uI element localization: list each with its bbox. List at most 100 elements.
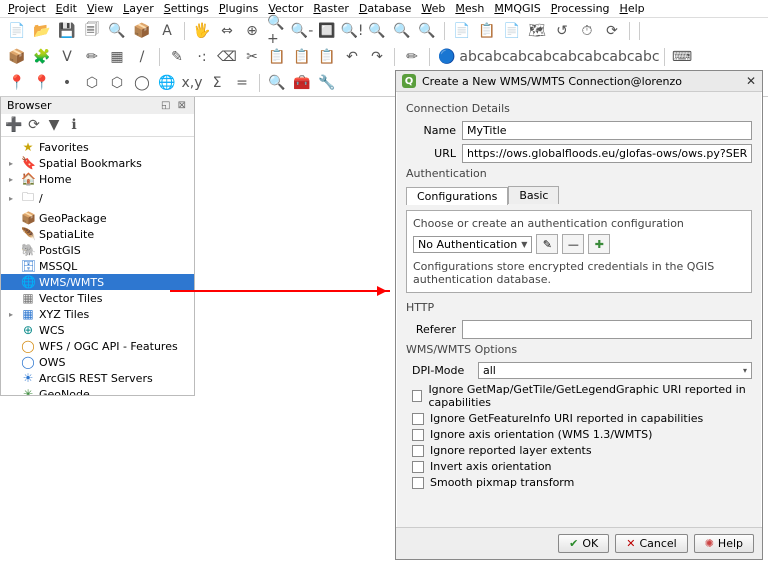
auth-remove-button[interactable]: — <box>562 234 584 254</box>
menu-layer[interactable]: Layer <box>123 2 154 15</box>
menu-database[interactable]: Database <box>359 2 412 15</box>
option-check-3[interactable]: Ignore reported layer extents <box>412 444 752 457</box>
menu-mesh[interactable]: Mesh <box>455 2 484 15</box>
toolbar-button[interactable]: 🔍! <box>341 20 363 42</box>
toolbar-button[interactable]: = <box>231 72 253 94</box>
checkbox-icon[interactable] <box>412 390 422 402</box>
panel-controls[interactable]: ◱ ⊠ <box>161 100 188 111</box>
option-check-0[interactable]: Ignore GetMap/GetTile/GetLegendGraphic U… <box>412 383 752 409</box>
toolbar-button[interactable]: ✏ <box>81 46 103 68</box>
url-input[interactable] <box>462 144 752 163</box>
checkbox-icon[interactable] <box>412 477 424 489</box>
toolbar-button[interactable]: 🖐 <box>191 20 213 42</box>
toolbar-button[interactable]: 🔵 <box>436 46 458 68</box>
toolbar-button[interactable]: ⬡ <box>81 72 103 94</box>
toolbar-button[interactable]: ▦ <box>106 46 128 68</box>
checkbox-icon[interactable] <box>412 445 424 457</box>
tree-item-xyz-tiles[interactable]: ▸▦XYZ Tiles <box>1 306 194 322</box>
option-check-2[interactable]: Ignore axis orientation (WMS 1.3/WMTS) <box>412 428 752 441</box>
tree-item-spatial-bookmarks[interactable]: ▸🔖Spatial Bookmarks <box>1 155 194 171</box>
tree-item-vector-tiles[interactable]: ▦Vector Tiles <box>1 290 194 306</box>
tree-item-favorites[interactable]: ★Favorites <box>1 139 194 155</box>
tree-item-postgis[interactable]: 🐘PostGIS <box>1 242 194 258</box>
dialog-title-bar[interactable]: Q Create a New WMS/WMTS Connection@loren… <box>396 71 762 92</box>
menu-raster[interactable]: Raster <box>313 2 348 15</box>
menu-edit[interactable]: Edit <box>56 2 77 15</box>
toolbar-button[interactable]: ⟳ <box>601 20 623 42</box>
menu-mmqgis[interactable]: MMQGIS <box>494 2 540 15</box>
toolbar-button[interactable]: 🔍 <box>391 20 413 42</box>
toolbar-button[interactable]: abc <box>561 46 583 68</box>
toolbar-button[interactable]: 📦 <box>6 46 28 68</box>
toolbar-button[interactable]: 🔍 <box>106 20 128 42</box>
toolbar-button[interactable]: 🗺 <box>526 20 548 42</box>
toolbar-button[interactable]: / <box>131 46 153 68</box>
menu-help[interactable]: Help <box>620 2 645 15</box>
tree-item--[interactable]: ▸🗀/ <box>1 187 194 210</box>
tab-basic[interactable]: Basic <box>508 186 559 204</box>
toolbar-button[interactable]: 📦 <box>131 20 153 42</box>
toolbar-button[interactable]: ⬡ <box>106 72 128 94</box>
toolbar-button[interactable]: 🔧 <box>316 72 338 94</box>
toolbar-button[interactable]: abc <box>461 46 483 68</box>
tree-item-wfs-ogc-api-features[interactable]: ◯WFS / OGC API - Features <box>1 338 194 354</box>
browser-tb-button[interactable]: ▼ <box>45 116 63 134</box>
toolbar-button[interactable]: ✂ <box>241 46 263 68</box>
browser-tb-button[interactable]: ℹ <box>65 116 83 134</box>
toolbar-button[interactable]: ⇔ <box>216 20 238 42</box>
toolbar-button[interactable]: 🌐 <box>156 72 178 94</box>
cancel-button[interactable]: ✕Cancel <box>615 534 687 553</box>
menu-web[interactable]: Web <box>421 2 445 15</box>
tree-item-wcs[interactable]: ⊕WCS <box>1 322 194 338</box>
tree-item-arcgis-rest-servers[interactable]: ☀ArcGIS REST Servers <box>1 370 194 386</box>
checkbox-icon[interactable] <box>412 429 424 441</box>
browser-tree[interactable]: ★Favorites▸🔖Spatial Bookmarks▸🏠Home▸🗀/📦G… <box>1 137 194 395</box>
referer-input[interactable] <box>462 320 752 339</box>
auth-select[interactable]: No Authentication▼ <box>413 236 532 253</box>
toolbar-button[interactable]: 💾 <box>56 20 78 42</box>
toolbar-button[interactable]: abc <box>611 46 633 68</box>
toolbar-button[interactable]: • <box>56 72 78 94</box>
option-check-5[interactable]: Smooth pixmap transform <box>412 476 752 489</box>
tree-item-wms-wmts[interactable]: 🌐WMS/WMTS <box>1 274 194 290</box>
toolbar-button[interactable]: 📋 <box>291 46 313 68</box>
toolbar-button[interactable]: 🧩 <box>31 46 53 68</box>
toolbar-button[interactable]: ✏ <box>401 46 423 68</box>
auth-edit-button[interactable]: ✎ <box>536 234 558 254</box>
toolbar-button[interactable]: 📄 <box>451 20 473 42</box>
browser-tb-button[interactable]: ⟳ <box>25 116 43 134</box>
toolbar-button[interactable]: 🗐 <box>81 20 103 42</box>
option-check-4[interactable]: Invert axis orientation <box>412 460 752 473</box>
toolbar-button[interactable]: ↶ <box>341 46 363 68</box>
auth-add-button[interactable]: ✚ <box>588 234 610 254</box>
browser-tb-button[interactable]: ➕ <box>5 116 23 134</box>
checkbox-icon[interactable] <box>412 461 424 473</box>
checkbox-icon[interactable] <box>412 413 424 425</box>
tree-item-geonode[interactable]: ✳GeoNode <box>1 386 194 395</box>
toolbar-button[interactable]: 📋 <box>476 20 498 42</box>
menu-vector[interactable]: Vector <box>268 2 303 15</box>
toolbar-button[interactable]: ·: <box>191 46 213 68</box>
toolbar-button[interactable]: 📋 <box>316 46 338 68</box>
toolbar-button[interactable]: 📂 <box>31 20 53 42</box>
toolbar-button[interactable]: abc <box>586 46 608 68</box>
toolbar-button[interactable]: 📋 <box>266 46 288 68</box>
option-check-1[interactable]: Ignore GetFeatureInfo URI reported in ca… <box>412 412 752 425</box>
toolbar-button[interactable]: V <box>56 46 78 68</box>
ok-button[interactable]: ✔OK <box>558 534 609 553</box>
toolbar-button[interactable]: ⊕ <box>241 20 263 42</box>
toolbar-button[interactable]: abc <box>486 46 508 68</box>
menu-project[interactable]: Project <box>8 2 46 15</box>
dpi-select[interactable]: all▾ <box>478 362 752 379</box>
menu-view[interactable]: View <box>87 2 113 15</box>
toolbar-button[interactable]: 📍 <box>6 72 28 94</box>
toolbar-button[interactable]: ⌨ <box>671 46 693 68</box>
tree-item-ows[interactable]: ◯OWS <box>1 354 194 370</box>
menu-plugins[interactable]: Plugins <box>219 2 258 15</box>
toolbar-button[interactable]: ✎ <box>166 46 188 68</box>
toolbar-button[interactable]: x,y <box>181 72 203 94</box>
toolbar-button[interactable]: abc <box>536 46 558 68</box>
toolbar-button[interactable]: ⌫ <box>216 46 238 68</box>
toolbar-button[interactable]: 🔲 <box>316 20 338 42</box>
tree-item-mssql[interactable]: 🗄MSSQL <box>1 258 194 274</box>
